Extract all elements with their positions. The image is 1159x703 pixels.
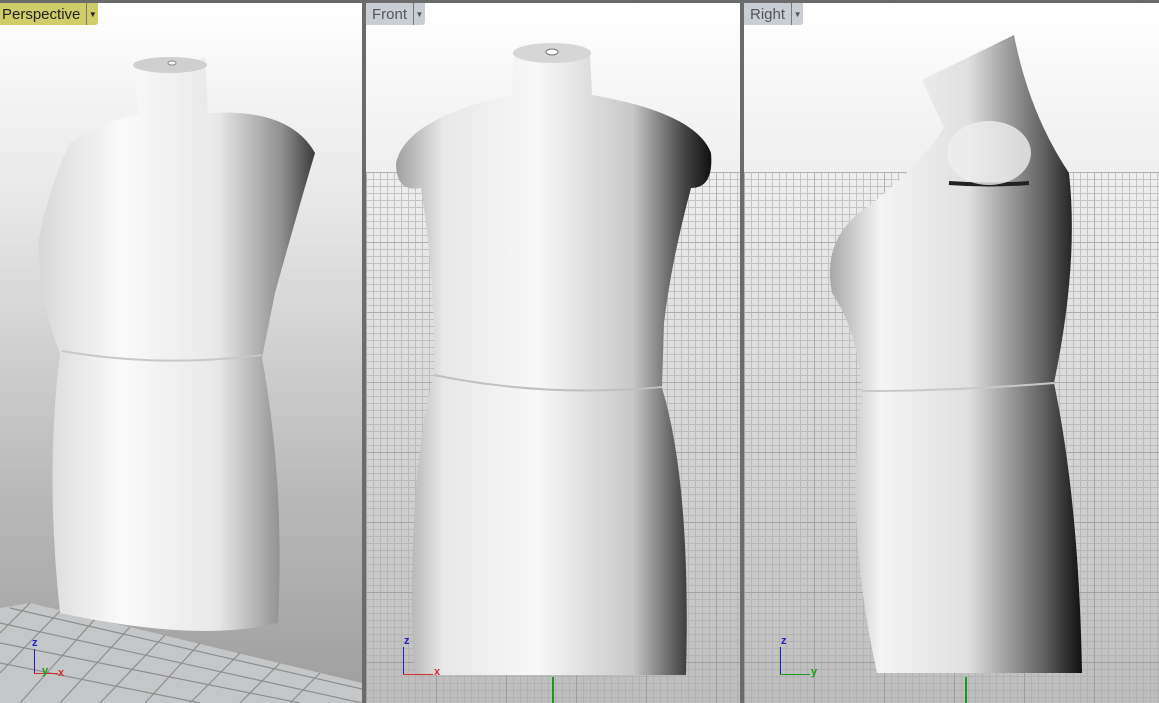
axis-z-label: z <box>404 635 410 647</box>
viewport-front[interactable]: Front ▼ z x <box>366 3 740 703</box>
viewport-title: Front <box>372 5 408 23</box>
axis-y-label: y <box>42 665 49 677</box>
viewport-label-perspective[interactable]: Perspective ▼ <box>0 3 99 25</box>
viewport-title: Right <box>750 5 786 23</box>
axis-y-label: y <box>811 666 818 678</box>
viewport-label-right[interactable]: Right ▼ <box>744 3 804 25</box>
viewport-title: Perspective <box>2 5 81 23</box>
viewport-perspective[interactable]: Perspective ▼ z y x <box>0 3 362 703</box>
dropdown-arrow-icon[interactable]: ▼ <box>413 3 425 25</box>
viewport-right[interactable]: Right ▼ z y <box>744 3 1159 703</box>
axis-z-label: z <box>781 635 787 647</box>
mannequin-front <box>396 43 712 675</box>
y-axis-line <box>552 677 554 703</box>
mannequin-right <box>829 35 1082 673</box>
axis-x-label: x <box>58 667 65 679</box>
z-axis-line <box>965 677 967 703</box>
axis-x-label: x <box>434 666 441 678</box>
viewport-label-front[interactable]: Front ▼ <box>366 3 426 25</box>
dropdown-arrow-icon[interactable]: ▼ <box>86 3 98 25</box>
dropdown-arrow-icon[interactable]: ▼ <box>791 3 803 25</box>
mannequin-perspective <box>38 57 315 631</box>
axis-z-label: z <box>32 637 38 649</box>
